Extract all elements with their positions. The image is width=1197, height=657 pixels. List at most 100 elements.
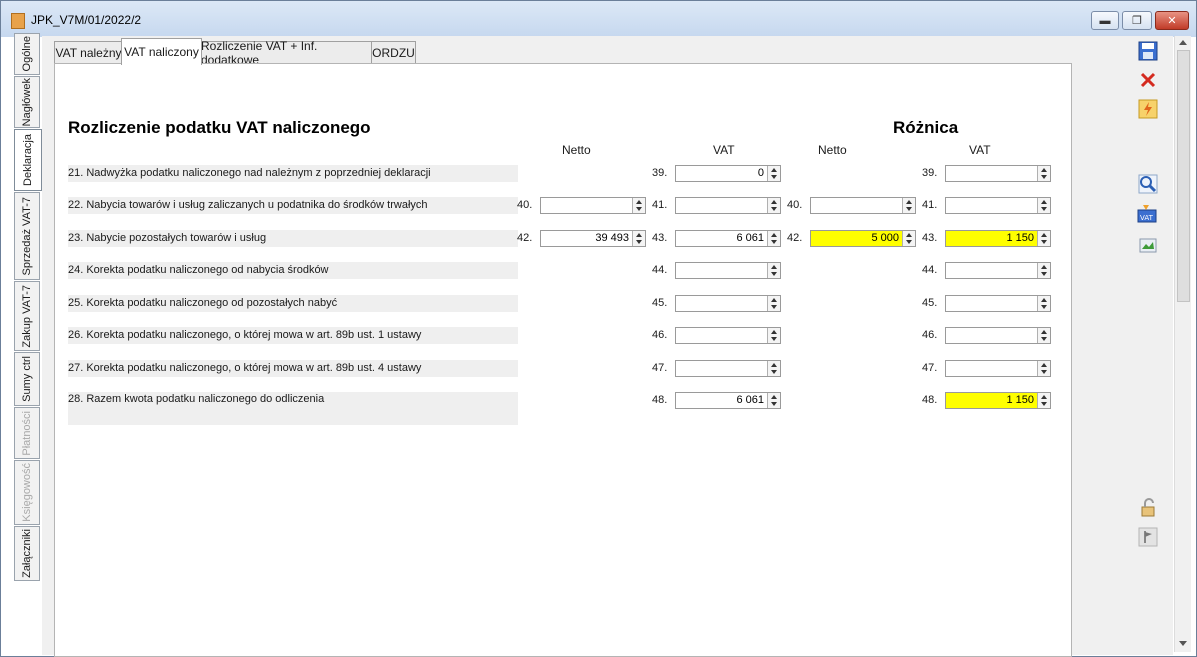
field-number: 39.	[922, 167, 938, 179]
scroll-up-icon[interactable]	[1179, 40, 1187, 45]
spinner-icon[interactable]	[767, 328, 780, 343]
field-number: 46.	[652, 329, 668, 341]
field-number: 41.	[652, 199, 668, 211]
export-button[interactable]	[1137, 234, 1159, 256]
spinner-icon[interactable]	[767, 393, 780, 408]
field-number: 43.	[652, 232, 668, 244]
row-label-21: 21. Nadwyżka podatku naliczonego nad nal…	[68, 165, 518, 182]
side-tab-zalaczniki[interactable]: Załączniki	[14, 526, 40, 581]
col-header-netto: Netto	[562, 143, 591, 157]
spinner-icon[interactable]	[1037, 166, 1050, 181]
netto-field-42[interactable]: 39 493	[540, 230, 646, 247]
diff-netto-field-40[interactable]	[810, 197, 916, 214]
close-icon: ✕	[1167, 15, 1177, 27]
vat-field-46[interactable]	[675, 327, 781, 344]
vat-field-39[interactable]: 0	[675, 165, 781, 182]
unlock-button[interactable]	[1137, 497, 1159, 519]
tab-rozliczenie-vat[interactable]: Rozliczenie VAT + Inf. dodatkowe	[200, 39, 372, 67]
field-number: 42.	[787, 232, 803, 244]
maximize-button[interactable]: ❐	[1122, 11, 1152, 30]
spinner-icon[interactable]	[1037, 263, 1050, 278]
right-toolbar	[1127, 36, 1173, 655]
field-number: 47.	[922, 362, 938, 374]
field-number: 40.	[787, 199, 803, 211]
diff-netto-field-42[interactable]: 5 000	[810, 230, 916, 247]
cancel-button[interactable]	[1137, 69, 1159, 91]
row-label-28: 28. Razem kwota podatku naliczonego do o…	[68, 392, 518, 425]
spinner-icon[interactable]	[1037, 198, 1050, 213]
section-title: Rozliczenie podatku VAT naliczonego	[68, 118, 371, 137]
cancel-icon	[1140, 72, 1156, 88]
spinner-icon[interactable]	[1037, 231, 1050, 246]
row-label-23: 23. Nabycie pozostałych towarów i usług	[68, 230, 518, 247]
diff-vat-field-48[interactable]: 1 150	[945, 392, 1051, 409]
field-number: 48.	[922, 394, 938, 406]
spinner-icon[interactable]	[632, 231, 645, 246]
spinner-icon[interactable]	[767, 231, 780, 246]
diff-vat-field-47[interactable]	[945, 360, 1051, 377]
diff-vat-field-44[interactable]	[945, 262, 1051, 279]
field-number: 39.	[652, 167, 668, 179]
spinner-icon[interactable]	[1037, 393, 1050, 408]
row-label-22: 22. Nabycia towarów i usług zaliczanych …	[68, 197, 518, 214]
spinner-icon[interactable]	[1037, 328, 1050, 343]
diff-vat-field-39[interactable]	[945, 165, 1051, 182]
vertical-scrollbar[interactable]	[1174, 36, 1191, 652]
vat-button[interactable]: VAT	[1137, 203, 1159, 225]
spinner-icon[interactable]	[767, 263, 780, 278]
diff-vat-field-43[interactable]: 1 150	[945, 230, 1051, 247]
netto-field-40[interactable]	[540, 197, 646, 214]
spinner-icon[interactable]	[902, 231, 915, 246]
spinner-icon[interactable]	[767, 198, 780, 213]
scroll-down-icon[interactable]	[1179, 641, 1187, 646]
svg-text:VAT: VAT	[1140, 214, 1154, 222]
side-tab-sprzedaz-vat7[interactable]: Sprzedaż VAT-7	[14, 192, 40, 280]
diff-vat-field-41[interactable]	[945, 197, 1051, 214]
flag-button[interactable]	[1137, 526, 1159, 548]
field-number: 45.	[652, 297, 668, 309]
minimize-icon: ▬	[1099, 14, 1111, 27]
side-tab-deklaracja[interactable]: Deklaracja	[14, 129, 42, 191]
preview-button[interactable]	[1137, 173, 1159, 195]
tab-ordzu[interactable]: ORDZU	[371, 41, 416, 63]
flag-icon	[1138, 527, 1158, 547]
field-number: 40.	[517, 199, 533, 211]
lightning-button[interactable]	[1137, 98, 1159, 120]
spinner-icon[interactable]	[1037, 296, 1050, 311]
field-number: 42.	[517, 232, 533, 244]
col-header-diff-vat: VAT	[969, 143, 991, 157]
vat-field-43[interactable]: 6 061	[675, 230, 781, 247]
diff-vat-field-45[interactable]	[945, 295, 1051, 312]
row-label-26: 26. Korekta podatku naliczonego, o które…	[68, 327, 518, 344]
vat-field-47[interactable]	[675, 360, 781, 377]
col-header-diff-netto: Netto	[818, 143, 847, 157]
spinner-icon[interactable]	[902, 198, 915, 213]
side-tab-ogolne[interactable]: Ogólne	[14, 33, 40, 75]
tab-vat-naliczony[interactable]: VAT naliczony	[121, 38, 202, 65]
spinner-icon[interactable]	[767, 166, 780, 181]
field-number: 46.	[922, 329, 938, 341]
spinner-icon[interactable]	[1037, 361, 1050, 376]
spinner-icon[interactable]	[767, 361, 780, 376]
side-tab-naglowek[interactable]: Nagłówek	[14, 76, 40, 128]
diff-vat-field-46[interactable]	[945, 327, 1051, 344]
lightning-icon	[1138, 99, 1158, 119]
save-button[interactable]	[1137, 40, 1159, 62]
scroll-thumb[interactable]	[1177, 50, 1190, 302]
side-tab-platnosci[interactable]: Płatności	[14, 407, 40, 459]
vat-field-41[interactable]	[675, 197, 781, 214]
vat-icon: VAT	[1137, 205, 1157, 223]
spinner-icon[interactable]	[632, 198, 645, 213]
close-button[interactable]: ✕	[1155, 11, 1189, 30]
minimize-button[interactable]: ▬	[1091, 11, 1119, 30]
side-tab-ksiegowosc[interactable]: Księgowość	[14, 460, 40, 525]
vat-field-48[interactable]: 6 061	[675, 392, 781, 409]
vat-field-45[interactable]	[675, 295, 781, 312]
side-tab-sumy-ctrl[interactable]: Sumy ctrl	[14, 352, 40, 406]
tab-vat-nalezny[interactable]: VAT należny	[54, 41, 123, 63]
side-tab-zakup-vat7[interactable]: Zakup VAT-7	[14, 281, 40, 351]
vat-field-44[interactable]	[675, 262, 781, 279]
spinner-icon[interactable]	[767, 296, 780, 311]
field-number: 45.	[922, 297, 938, 309]
restore-icon: ❐	[1132, 15, 1142, 27]
